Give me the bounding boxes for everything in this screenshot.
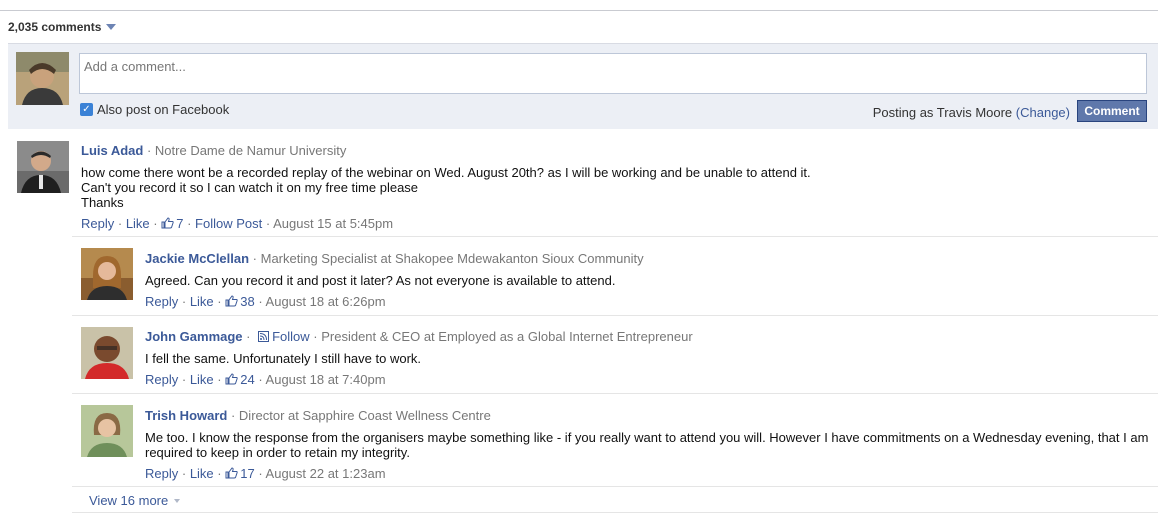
timestamp: August 22 at 1:23am xyxy=(265,466,386,481)
reply-actions: Reply · Like · 38 · August 18 at 6:26pm xyxy=(145,294,386,309)
timestamp: August 18 at 6:26pm xyxy=(265,294,386,309)
author-name[interactable]: Luis Adad xyxy=(81,143,143,158)
avatar xyxy=(81,405,133,457)
divider xyxy=(72,393,1158,394)
top-divider xyxy=(0,10,1158,11)
like-link[interactable]: Like xyxy=(190,372,214,387)
thumbs-up-icon xyxy=(161,217,174,229)
like-count[interactable]: 17 xyxy=(225,466,255,481)
current-user-avatar xyxy=(16,52,69,105)
comment-line: Thanks xyxy=(81,195,124,210)
reply-text: I fell the same. Unfortunately I still h… xyxy=(145,351,422,366)
view-more-link[interactable]: View 16 more xyxy=(89,493,181,508)
divider xyxy=(72,486,1158,487)
compose-box: ✓ Also post on Facebook Posting as Travi… xyxy=(8,43,1158,129)
like-count-value: 7 xyxy=(176,216,184,231)
thumbs-up-icon xyxy=(225,295,238,307)
comment-submit-button[interactable]: Comment xyxy=(1077,100,1147,122)
comment-text: how come there wont be a recorded replay… xyxy=(81,165,1151,210)
follow-link[interactable]: Follow xyxy=(272,329,310,344)
reply-actions: Reply · Like · 24 · August 18 at 7:40pm xyxy=(145,372,386,387)
divider xyxy=(72,315,1158,316)
bottom-divider xyxy=(72,512,1158,513)
like-link[interactable]: Like xyxy=(126,216,150,231)
change-account-link[interactable]: (Change) xyxy=(1016,105,1070,120)
follow-post-link[interactable]: Follow Post xyxy=(195,216,262,231)
caret-down-icon xyxy=(174,498,181,503)
like-count-value: 24 xyxy=(240,372,255,387)
author-meta: · Marketing Specialist at Shakopee Mdewa… xyxy=(249,251,644,266)
caret-down-icon xyxy=(106,24,117,30)
also-post-checkbox[interactable]: ✓ Also post on Facebook xyxy=(80,102,229,117)
thumbs-up-icon xyxy=(225,467,238,479)
reply-link[interactable]: Reply xyxy=(145,466,178,481)
avatar xyxy=(17,141,69,193)
author-name[interactable]: Trish Howard xyxy=(145,408,227,423)
author-meta: · President & CEO at Employed as a Globa… xyxy=(309,329,693,344)
author-name[interactable]: John Gammage xyxy=(145,329,243,344)
comment-line: how come there wont be a recorded replay… xyxy=(81,165,811,180)
reply-link[interactable]: Reply xyxy=(81,216,114,231)
checkmark-icon: ✓ xyxy=(80,103,93,116)
timestamp: August 18 at 7:40pm xyxy=(265,372,386,387)
rss-icon xyxy=(258,331,270,342)
view-more-label: View 16 more xyxy=(89,493,169,508)
comment-line: Can't you record it so I can watch it on… xyxy=(81,180,419,195)
author-meta: · Director at Sapphire Coast Wellness Ce… xyxy=(227,408,491,423)
comment-count-dropdown[interactable]: 2,035 comments xyxy=(8,20,117,34)
reply-body: Trish Howard · Director at Sapphire Coas… xyxy=(145,408,1155,481)
thumbs-up-icon xyxy=(225,373,238,385)
author-meta: · Notre Dame de Namur University xyxy=(143,143,347,158)
like-count[interactable]: 24 xyxy=(225,372,255,387)
reply-link[interactable]: Reply xyxy=(145,372,178,387)
comment-actions: Reply · Like · 7 · Follow Post · August … xyxy=(81,216,394,231)
reply-line: Me too. I know the response from the org… xyxy=(145,430,1149,445)
like-link[interactable]: Like xyxy=(190,466,214,481)
like-count-value: 17 xyxy=(240,466,255,481)
divider xyxy=(72,236,1158,237)
reply-line: required to keep in order to retain my i… xyxy=(145,445,410,460)
author-name[interactable]: Jackie McClellan xyxy=(145,251,249,266)
like-count[interactable]: 38 xyxy=(225,294,255,309)
reply-text: Agreed. Can you record it and post it la… xyxy=(145,273,616,288)
avatar xyxy=(81,327,133,379)
also-post-label: Also post on Facebook xyxy=(97,102,230,117)
comment-input[interactable] xyxy=(79,53,1147,94)
comment-count: 2,035 comments xyxy=(8,20,102,34)
reply-body: Jackie McClellan · Marketing Specialist … xyxy=(145,251,1155,309)
reply-link[interactable]: Reply xyxy=(145,294,178,309)
reply-body: John Gammage · Follow · President & CEO … xyxy=(145,329,1155,387)
like-link[interactable]: Like xyxy=(190,294,214,309)
comment-body: Luis Adad · Notre Dame de Namur Universi… xyxy=(81,143,1151,231)
reply-text: Me too. I know the response from the org… xyxy=(145,430,1155,460)
timestamp: August 15 at 5:45pm xyxy=(273,216,394,231)
posting-as: Posting as Travis Moore (Change) xyxy=(873,105,1070,120)
reply-actions: Reply · Like · 17 · August 22 at 1:23am xyxy=(145,466,386,481)
posting-as-text: Posting as Travis Moore xyxy=(872,105,1013,120)
avatar xyxy=(81,248,133,300)
like-count[interactable]: 7 xyxy=(161,216,183,231)
like-count-value: 38 xyxy=(240,294,255,309)
